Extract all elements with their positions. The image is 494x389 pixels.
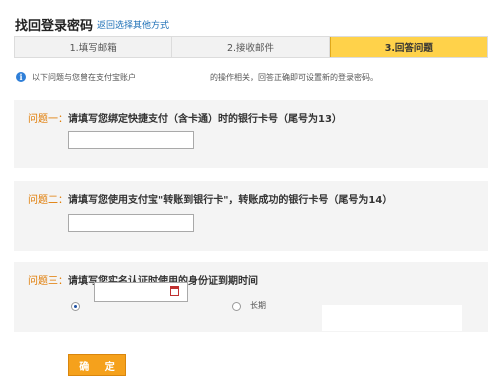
question-1-title: 问题一：请填写您绑定快捷支付（含卡通）时的银行卡号（尾号为13） — [28, 110, 342, 125]
question-2-title: 问题二：请填写您使用支付宝"转账到银行卡"，转账成功的银行卡号（尾号为14） — [28, 191, 392, 206]
question-1-text: 请填写您绑定快捷支付（含卡通）时的银行卡号（尾号为13） — [68, 114, 342, 125]
long-term-radio[interactable] — [232, 302, 241, 311]
question-1-block: 问题一：请填写您绑定快捷支付（含卡通）时的银行卡号（尾号为13） — [14, 100, 488, 168]
question-3-number: 问题三： — [28, 276, 68, 287]
question-2-number: 问题二： — [28, 195, 68, 206]
step-receive-mail: 2.接收邮件 — [172, 37, 330, 57]
expiry-date-input[interactable] — [94, 282, 188, 302]
switch-method-link[interactable]: 返回选择其他方式 — [97, 18, 169, 31]
info-text-continued: 的操作相关，回答正确即可设置新的登录密码。 — [210, 73, 378, 82]
calendar-icon[interactable] — [170, 286, 179, 296]
info-notice: i 以下问题与您曾在支付宝账户 — [16, 71, 136, 83]
step-progress-bar: 1.填写邮箱 2.接收邮件 3.回答问题 — [14, 36, 488, 58]
long-term-label: 长期 — [250, 301, 266, 310]
confirm-button[interactable]: 确 定 — [68, 354, 126, 376]
question-1-number: 问题一： — [28, 114, 68, 125]
question-2-answer-input[interactable] — [68, 214, 194, 232]
step-fill-email: 1.填写邮箱 — [15, 37, 173, 57]
question-2-text: 请填写您使用支付宝"转账到银行卡"，转账成功的银行卡号（尾号为14） — [68, 195, 393, 206]
expiry-date-radio[interactable] — [71, 302, 80, 311]
question-1-answer-input[interactable] — [68, 131, 194, 149]
blank-area — [322, 305, 462, 331]
question-2-block: 问题二：请填写您使用支付宝"转账到银行卡"，转账成功的银行卡号（尾号为14） — [14, 181, 488, 251]
info-text: 以下问题与您曾在支付宝账户 — [32, 72, 136, 82]
step-answer-questions: 3.回答问题 — [329, 37, 487, 57]
info-icon: i — [16, 72, 26, 82]
page-title: 找回登录密码 — [15, 19, 94, 34]
